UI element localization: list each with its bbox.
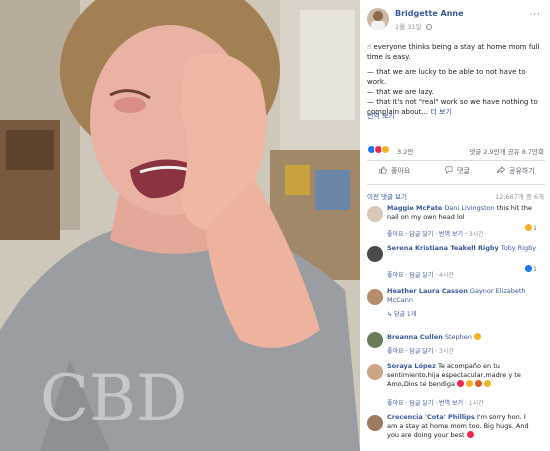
commenter-name[interactable]: Heather Laura Casson [387,287,468,295]
commenter-avatar[interactable] [367,206,383,222]
commenter-name[interactable]: Soraya López [387,362,436,370]
comment-body: Serena Kristiana Teakell Rigby Toby Rigb… [387,244,537,253]
comment-reply-link[interactable]: 답글 달기 [409,400,433,407]
comment-like-link[interactable]: 좋아요 [387,231,404,238]
thumbs-up-icon [379,166,387,174]
share-button-label: 공유하기 [509,167,535,175]
commenter-name[interactable]: Breanna Cullen [387,333,443,341]
post-photo[interactable]: CBD [0,0,360,451]
comment-like-link[interactable]: 좋아요 [387,272,404,279]
comment-body: Maggie McFate Dani Livingston this hit t… [387,204,537,222]
emoji-icon [473,333,481,340]
comment-time: 3시간 [468,231,484,238]
comment-time: 1시간 [468,400,484,407]
reactions-summary: 3.2만 댓글 2.9만개 공유 8.7만회 [367,145,547,157]
comment-reaction[interactable]: 1 [525,265,537,273]
commenter-name[interactable]: Serena Kristiana Teakell Rigby [387,244,499,252]
globe-icon [425,24,432,30]
like-button[interactable]: 좋아요 [379,166,410,176]
commenter-name[interactable]: Maggie McFate [387,204,442,212]
view-previous-comments-link[interactable]: 이전 댓글 보기 [367,193,407,201]
tagged-user[interactable]: Stephen [445,333,472,341]
comment: Crecencia 'Cota' Phillips I'm sorry hon.… [367,413,547,451]
commenter-avatar[interactable] [367,364,383,380]
commenter-avatar[interactable] [367,415,383,431]
share-icon [497,166,505,174]
flex-emoji-icon [475,380,483,387]
comment-meta: 좋아요 · 답글 달기 · 3시간 [387,348,454,355]
comment-meta: 좋아요 · 답글 달기 · 4시간 [387,272,454,279]
comment-body: Heather Laura Casson Gaynor Elizabeth Mc… [387,287,537,305]
comment-body: Crecencia 'Cota' Phillips I'm sorry hon.… [387,413,537,440]
commenter-avatar[interactable] [367,289,383,305]
share-button[interactable]: 공유하기 [497,166,535,176]
replies-count: 답글 1개 [393,311,417,318]
view-replies-link[interactable]: ↳ 답글 1개 [387,309,416,318]
more-options-icon[interactable]: ··· [529,10,541,20]
sad-reaction-icon[interactable] [381,145,390,154]
see-translation-link[interactable]: 번역 보기 [367,111,395,121]
comment: Breanna Cullen Stephen 좋아요 · 답글 달기 · 3시간 [367,330,547,358]
tagged-user[interactable]: Toby Rigby [501,244,536,252]
commenter-avatar[interactable] [367,246,383,262]
post-panel: Bridgette Anne 1월 31일 ··· ☝ everyone thi… [360,0,550,451]
divider [367,184,545,185]
like-reaction-icon [525,265,533,272]
comment-meta: 좋아요 · 답글 달기 · 번역 보기 · 1시간 [387,400,484,407]
post-actions: 좋아요 댓글 공유하기 [367,163,545,181]
comment-reaction-count: 1 [533,266,537,273]
comment: Heather Laura Casson Gaynor Elizabeth Mc… [367,287,547,327]
author-name[interactable]: Bridgette Anne [395,9,464,18]
author-avatar[interactable] [367,8,389,30]
heart-emoji-icon [457,380,465,387]
svg-text:CBD: CBD [40,362,187,436]
comment-translate-link[interactable]: 번역 보기 [439,400,463,407]
post-text-line: — that we are lucky to be able to not ha… [367,68,526,86]
comment-translate-link[interactable]: 번역 보기 [439,231,463,238]
haha-reaction-icon [525,224,533,231]
like-button-label: 좋아요 [391,167,411,175]
comment-body: Soraya López Te acompaño en tu sentimien… [387,362,537,389]
commenter-avatar[interactable] [367,332,383,348]
comment-reply-link[interactable]: 답글 달기 [409,272,433,279]
comment-time: 3시간 [439,348,454,355]
smile-emoji-icon [466,380,474,387]
photo-illustration: CBD [0,0,360,451]
commenter-name[interactable]: Crecencia 'Cota' Phillips [387,413,475,421]
comment-button[interactable]: 댓글 [445,166,470,176]
comment-reply-link[interactable]: 답글 달기 [409,348,433,355]
comment-time: 4시간 [439,272,454,279]
previous-comments-row: 이전 댓글 보기 12,667개 중 6개 [367,191,547,201]
reaction-count[interactable]: 3.2만 [397,146,413,156]
comment-button-label: 댓글 [457,167,470,175]
comment-like-link[interactable]: 좋아요 [387,348,404,355]
comment-body: Breanna Cullen Stephen [387,333,537,342]
comment-like-link[interactable]: 좋아요 [387,400,404,407]
comment: Serena Kristiana Teakell Rigby Toby Rigb… [367,244,547,282]
comment-reply-link[interactable]: 답글 달기 [409,231,433,238]
post-date[interactable]: 1월 31일 [395,21,432,31]
post-text-line: — that we are lazy. [367,88,434,96]
comment-meta: 좋아요 · 답글 달기 · 번역 보기 · 3시간 [387,231,484,238]
post-date-text: 1월 31일 [395,23,422,31]
pray-emoji-icon [484,380,492,387]
comment: Maggie McFate Dani Livingston this hit t… [367,204,547,242]
comments-count: 12,667개 중 6개 [495,193,544,201]
comments-shares-count[interactable]: 댓글 2.9만개 공유 8.7만회 [469,146,544,156]
divider [367,160,545,161]
comment-icon [445,166,453,174]
see-more-link[interactable]: 더 보기 [430,108,452,116]
post-header: Bridgette Anne 1월 31일 ··· [367,6,547,34]
post-text-line: ☝ everyone thinks being a stay at home m… [367,43,540,61]
comment-reaction[interactable]: 1 [525,224,537,232]
comment-reaction-count: 1 [533,225,537,232]
comment: Soraya López Te acompaño en tu sentimien… [367,362,547,408]
post-text: ☝ everyone thinks being a stay at home m… [367,42,547,117]
kiss-emoji-icon [466,431,474,438]
tagged-user[interactable]: Dani Livingston [444,204,494,212]
